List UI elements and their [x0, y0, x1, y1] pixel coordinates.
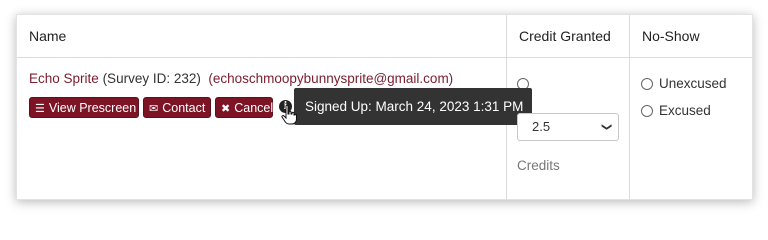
header-no-show: No-Show: [629, 15, 752, 58]
contact-label: Contact: [162, 101, 206, 115]
excused-label: Excused: [659, 103, 711, 118]
hand-cursor-icon: [281, 105, 297, 125]
header-credit-granted: Credit Granted: [506, 15, 629, 58]
credit-amount-select[interactable]: 2.5 ❯: [517, 113, 619, 141]
contact-button[interactable]: ✉ Contact: [143, 97, 211, 118]
survey-id: (Survey ID: 232): [102, 71, 201, 86]
close-icon: ✖: [221, 103, 231, 115]
cancel-label: Cancel: [234, 101, 274, 115]
list-icon: ☰: [35, 103, 45, 115]
view-prescreen-label: View Prescreen: [48, 101, 137, 115]
view-prescreen-button[interactable]: ☰ View Prescreen: [29, 97, 139, 118]
cancel-button[interactable]: ✖ Cancel: [215, 97, 273, 118]
participant-email-link[interactable]: (echoschmoopybunnysprite@gmail.com): [208, 71, 453, 86]
participant-table: Name Credit Granted No-Show Echo Sprite …: [16, 14, 753, 200]
unexcused-radio[interactable]: [641, 78, 653, 90]
excused-radio[interactable]: [641, 105, 653, 117]
column-divider: [506, 58, 507, 199]
participant-info: Echo Sprite (Survey ID: 232) (echoschmoo…: [29, 71, 453, 86]
signup-tooltip: Signed Up: March 24, 2023 1:31 PM: [294, 88, 532, 125]
envelope-icon: ✉: [149, 103, 159, 115]
header-name: Name: [17, 15, 506, 58]
credits-unit-label: Credits: [517, 158, 560, 173]
participant-name-link[interactable]: Echo Sprite: [29, 71, 99, 86]
unexcused-label: Unexcused: [659, 76, 727, 91]
credit-amount-value: 2.5: [532, 119, 551, 134]
column-divider: [629, 58, 630, 199]
chevron-down-icon: ❯: [600, 122, 612, 132]
